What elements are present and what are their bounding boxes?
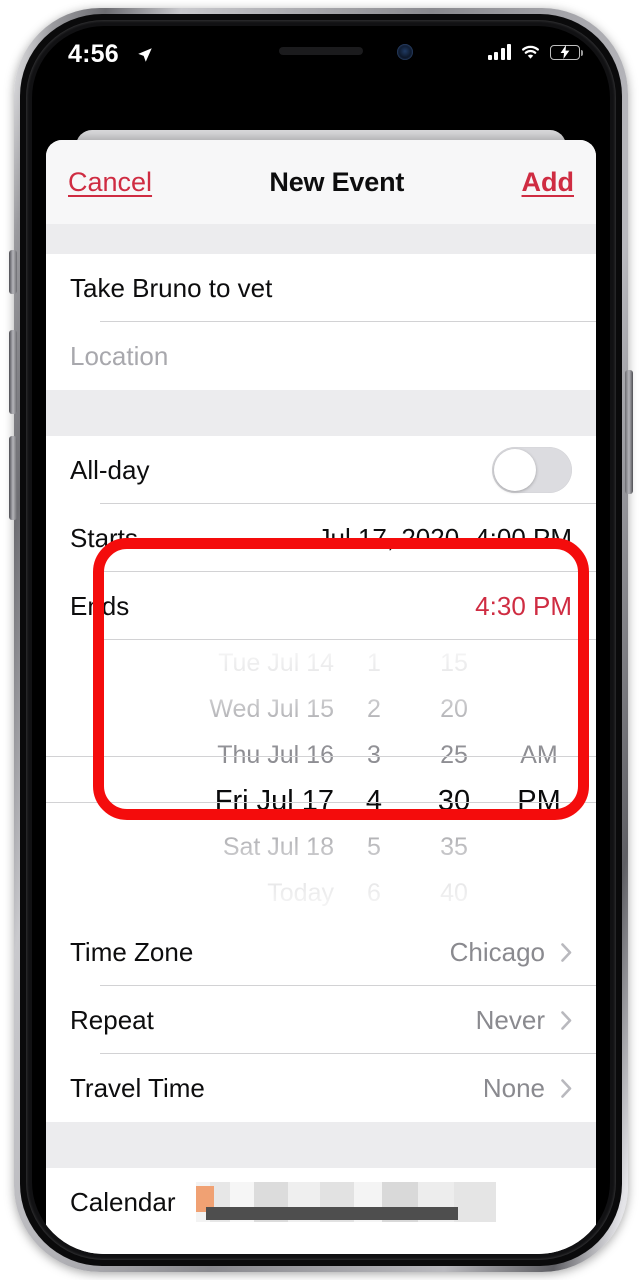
picker-column-meridiem[interactable]: AM PM [498,640,580,918]
location-arrow-icon [138,48,152,62]
calendar-label: Calendar [70,1186,176,1217]
picker-minute-option[interactable]: 20 [418,686,490,732]
picker-hour-option[interactable]: 5 [346,824,402,870]
picker-date-option[interactable]: Tue Jul 14 [46,640,334,686]
chevron-right-icon [561,1010,572,1030]
calendar-row[interactable]: Calendar [46,1168,596,1236]
battery-charging-icon [550,44,584,60]
status-bar-indicators [487,44,584,60]
earpiece-speaker [279,47,363,55]
power-button[interactable] [625,370,633,494]
chevron-right-icon [561,1078,572,1098]
picker-hour-option[interactable]: 3 [346,732,402,778]
section-gap [46,224,596,254]
picker-date-option[interactable]: Wed Jul 15 [46,686,334,732]
sheet-bottom-padding [46,1236,596,1254]
calendar-value-redacted [195,1182,496,1222]
picker-meridiem-blank [498,824,580,870]
picker-minute-option[interactable]: 25 [418,732,490,778]
new-event-sheet: Cancel New Event Add Take Bruno to vet L… [46,140,596,1254]
time-zone-row[interactable]: Time Zone Chicago [46,918,596,986]
picker-meridiem-blank [498,686,580,732]
picker-selection-line-bottom [46,802,596,803]
starts-row[interactable]: Starts Jul 17, 2020 4:00 PM [46,504,596,572]
picker-meridiem-blank [498,870,580,916]
event-location-row[interactable]: Location [46,322,596,390]
datetime-picker[interactable]: Tue Jul 14 Wed Jul 15 Thu Jul 16 Fri Jul… [46,640,596,918]
picker-meridiem-selected[interactable]: PM [498,778,580,824]
picker-date-selected[interactable]: Fri Jul 17 [46,778,334,824]
event-title-input[interactable]: Take Bruno to vet [70,273,272,304]
charging-bolt-icon [560,45,570,59]
all-day-toggle[interactable] [492,447,572,493]
volume-down-button[interactable] [9,436,17,520]
time-zone-label: Time Zone [70,936,194,967]
section-gap-3 [46,1122,596,1168]
device-notch [205,26,437,86]
picker-minute-option[interactable]: 15 [418,640,490,686]
ends-row[interactable]: Ends 4:30 PM [46,572,596,640]
cancel-button[interactable]: Cancel [68,167,152,198]
mute-switch[interactable] [9,250,17,294]
repeat-value: Never [475,1004,545,1035]
ends-time-value[interactable]: 4:30 PM [475,591,572,622]
repeat-label: Repeat [70,1004,154,1035]
picker-hour-option[interactable]: 6 [346,870,402,916]
picker-meridiem-blank [498,640,580,686]
ends-label: Ends [70,590,130,621]
front-camera [397,44,413,60]
picker-meridiem-option[interactable]: AM [498,732,580,778]
picker-date-option[interactable]: Thu Jul 16 [46,732,334,778]
location-input[interactable]: Location [70,341,168,372]
cellular-signal-icon [487,44,511,60]
all-day-row[interactable]: All-day [46,436,596,504]
travel-time-row[interactable]: Travel Time None [46,1054,596,1122]
picker-minute-selected[interactable]: 30 [418,778,490,824]
picker-date-option[interactable]: Today [46,870,334,916]
starts-date-value[interactable]: Jul 17, 2020 [318,523,460,554]
section-gap-2 [46,390,596,436]
volume-up-button[interactable] [9,330,17,414]
picker-minute-option[interactable]: 40 [418,870,490,916]
all-day-label: All-day [70,454,150,485]
picker-hour-option[interactable]: 1 [346,640,402,686]
status-bar-time: 4:56 [68,40,119,68]
picker-selection-line-top [46,756,596,757]
picker-column-date[interactable]: Tue Jul 14 Wed Jul 15 Thu Jul 16 Fri Jul… [46,640,334,918]
picker-hour-selected[interactable]: 4 [346,778,402,824]
starts-label: Starts [70,522,138,553]
page-title: New Event [269,166,405,197]
chevron-right-icon [561,942,572,962]
picker-minute-option[interactable]: 35 [418,824,490,870]
travel-time-value: None [482,1072,545,1103]
phone-screen: 4:56 Cancel New Event Add Take Bruno to … [32,26,610,1254]
picker-hour-option[interactable]: 2 [346,686,402,732]
add-button[interactable]: Add [522,167,574,198]
iphone-device: 4:56 Cancel New Event Add Take Bruno to … [0,0,642,1280]
travel-time-label: Travel Time [70,1072,205,1103]
navigation-bar: Cancel New Event Add [46,140,596,224]
picker-column-hour[interactable]: 1 2 3 4 5 6 7 [346,640,402,918]
starts-time-value[interactable]: 4:00 PM [475,523,572,554]
repeat-row[interactable]: Repeat Never [46,986,596,1054]
wifi-icon [522,45,539,59]
time-zone-value: Chicago [449,936,545,967]
picker-date-option[interactable]: Sat Jul 18 [46,824,334,870]
event-title-row[interactable]: Take Bruno to vet [46,254,596,322]
picker-column-minute[interactable]: 15 20 25 30 35 40 45 [418,640,490,918]
